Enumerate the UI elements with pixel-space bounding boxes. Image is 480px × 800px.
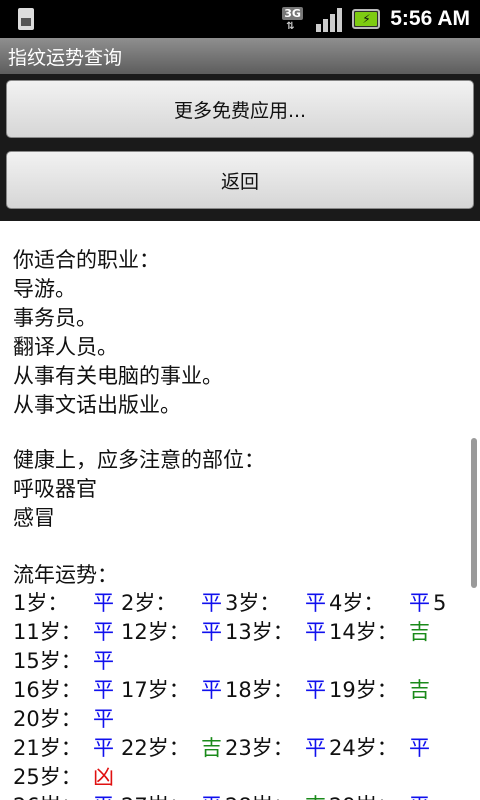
3g-network-icon: 3G ⇅ <box>282 7 303 32</box>
fortune-age-label: 16岁： <box>13 678 82 702</box>
fortune-age-label: 24岁： <box>329 736 398 760</box>
fortune-value: 吉 <box>305 792 326 800</box>
more-apps-button[interactable]: 更多免费应用... <box>6 80 474 138</box>
fortune-age-label: 25岁： <box>13 765 82 789</box>
battery-charging-icon: ⚡ <box>352 6 384 32</box>
fortune-value: 平 <box>201 792 222 800</box>
fortune-value: 平 <box>93 792 114 800</box>
career-item: 翻译人员。 <box>13 335 118 359</box>
career-item: 从事文话出版业。 <box>13 393 181 417</box>
fortune-value: 平 <box>409 736 430 760</box>
fortune-age-label: 28岁： <box>225 792 294 800</box>
fortune-age-label: 26岁： <box>13 792 82 800</box>
fortune-value: 平 <box>201 620 222 644</box>
fortune-age-label: 14岁： <box>329 620 398 644</box>
career-item: 导游。 <box>13 277 76 301</box>
scrollbar[interactable] <box>471 438 477 588</box>
fortune-value: 吉 <box>409 678 430 702</box>
fortune-age-label: 22岁： <box>121 736 190 760</box>
fortune-age-label: 18岁： <box>225 678 294 702</box>
fortune-value: 平 <box>201 678 222 702</box>
fortune-value: 平 <box>305 620 326 644</box>
fortune-value: 平 <box>305 678 326 702</box>
fortune-value: 吉 <box>201 736 222 760</box>
career-item: 从事有关电脑的事业。 <box>13 364 223 388</box>
fortune-value: 平 <box>305 591 326 615</box>
back-button[interactable]: 返回 <box>6 151 474 209</box>
status-bar: 3G ⇅ ⚡ 5:56 AM <box>0 0 480 38</box>
fortune-age-label: 15岁： <box>13 649 82 673</box>
app-title: 指纹运势查询 <box>8 47 123 69</box>
health-item: 感冒 <box>13 506 55 530</box>
signal-icon <box>316 6 346 32</box>
clock: 5:56 AM <box>390 7 470 30</box>
sim-card-icon <box>12 6 38 32</box>
fortune-age-label: 4岁： <box>329 591 385 615</box>
health-item: 呼吸器官 <box>13 477 97 501</box>
fortune-age-label: 11岁： <box>13 620 82 644</box>
fortune-age-label: 17岁： <box>121 678 190 702</box>
fortune-value: 平 <box>93 591 114 615</box>
fortune-age-label: 19岁： <box>329 678 398 702</box>
fortune-heading: 流年运势： <box>13 563 118 587</box>
career-item: 事务员。 <box>13 306 97 330</box>
fortune-age-label: 21岁： <box>13 736 82 760</box>
fortune-value: 平 <box>93 707 114 731</box>
fortune-age-label: 5 <box>433 591 447 615</box>
fortune-value: 平 <box>201 591 222 615</box>
fortune-age-label: 2岁： <box>121 591 177 615</box>
fortune-value: 平 <box>305 736 326 760</box>
fortune-value: 凶 <box>93 765 114 789</box>
fortune-age-label: 1岁： <box>13 591 69 615</box>
fortune-age-label: 27岁： <box>121 792 190 800</box>
health-heading: 健康上，应多注意的部位： <box>13 448 265 472</box>
fortune-value: 平 <box>409 591 430 615</box>
button-panel: 更多免费应用... 返回 <box>0 74 480 221</box>
fortune-age-label: 29岁： <box>329 792 398 800</box>
fortune-value: 平 <box>93 620 114 644</box>
fortune-value: 平 <box>93 678 114 702</box>
career-heading: 你适合的职业： <box>13 248 160 272</box>
fortune-value: 平 <box>409 792 430 800</box>
result-content[interactable]: 你适合的职业： 导游。 事务员。 翻译人员。 从事有关电脑的事业。 从事文话出版… <box>0 221 480 800</box>
title-bar: 指纹运势查询 <box>0 38 480 75</box>
fortune-age-label: 13岁： <box>225 620 294 644</box>
fortune-value: 吉 <box>409 620 430 644</box>
fortune-age-label: 3岁： <box>225 591 281 615</box>
fortune-age-label: 20岁： <box>13 707 82 731</box>
fortune-age-label: 23岁： <box>225 736 294 760</box>
network-type-label: 3G <box>282 7 303 20</box>
fortune-value: 平 <box>93 736 114 760</box>
fortune-age-label: 12岁： <box>121 620 190 644</box>
fortune-value: 平 <box>93 649 114 673</box>
